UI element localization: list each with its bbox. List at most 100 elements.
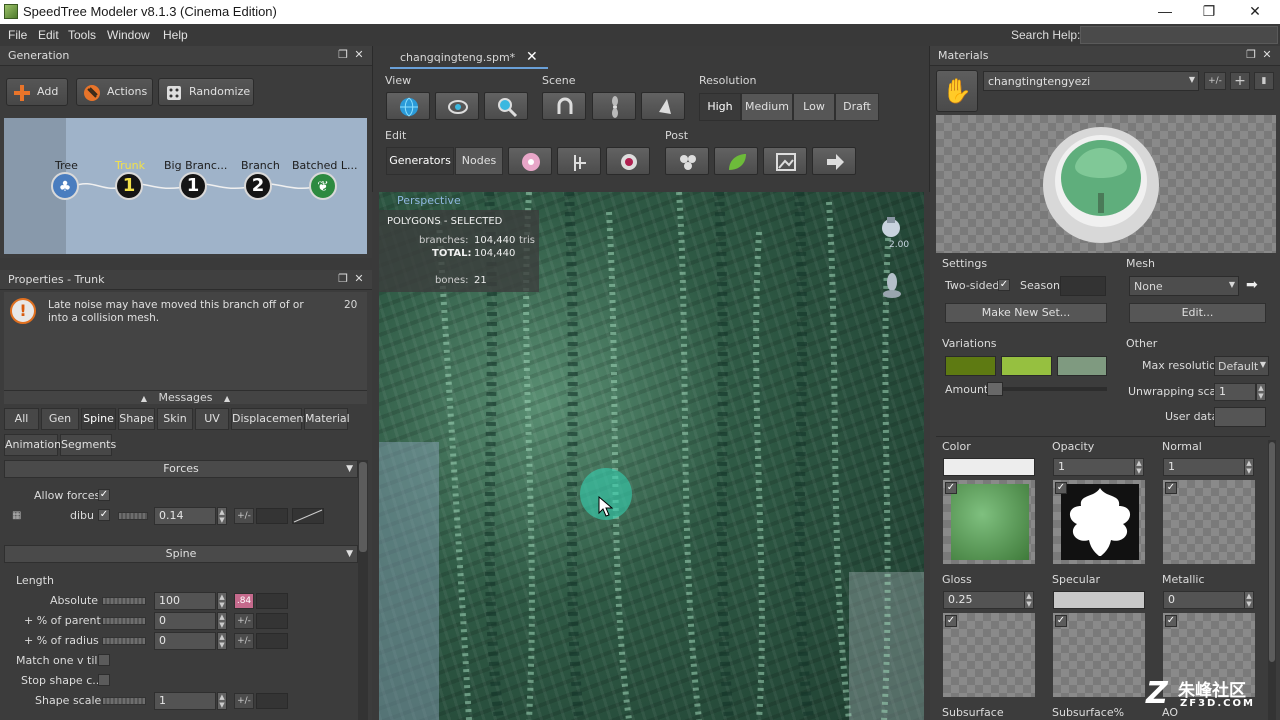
material-variance-button[interactable]: +/- [1204,72,1226,90]
node-batched-leaves[interactable]: ❦ [309,172,337,200]
gloss-map-slot[interactable]: ✓ [943,613,1035,697]
document-tab[interactable]: changqingteng.spm* ✕ [390,48,548,69]
metallic-map-enable-checkbox[interactable]: ✓ [1165,615,1177,627]
opacity-map-enable-checkbox[interactable]: ✓ [1055,482,1067,494]
force-slider[interactable] [118,512,148,520]
go-to-mesh-icon[interactable]: ➡ [1246,277,1258,293]
close-panel-icon[interactable]: ✕ [352,272,366,286]
hand-tool-button[interactable]: ✋ [936,70,978,112]
amount-slider-track[interactable] [987,387,1107,391]
percent-radius-variance-button[interactable]: +/- [234,633,254,649]
mesh-select[interactable]: None ▼ [1129,276,1239,296]
normal-map-slot[interactable]: ✓ [1163,480,1255,564]
percent-parent-variance-button[interactable]: +/- [234,613,254,629]
specular-map-slot[interactable]: ✓ [1053,613,1145,697]
resolution-medium[interactable]: Medium [741,93,793,121]
edit-mode-nodes[interactable]: Nodes [455,147,503,175]
absolute-slider[interactable] [102,597,146,605]
spin-buttons[interactable]: ▲ ▼ [1244,458,1254,476]
material-preview[interactable] [936,115,1276,253]
menu-file[interactable]: File [8,28,27,42]
two-sided-checkbox[interactable]: ✓ [998,279,1010,291]
spin-buttons[interactable]: ▲ ▼ [217,632,227,650]
menu-help[interactable]: Help [163,28,188,42]
post-leaf-button[interactable] [714,147,758,175]
force-variance-button[interactable]: +/- [234,508,254,524]
absolute-variance-button[interactable]: .84 [234,593,254,609]
node-tree[interactable]: ♣ [51,172,79,200]
view-globe-button[interactable] [386,92,430,120]
shape-scale-input[interactable]: 1 [154,692,216,710]
delete-material-button[interactable]: ▮ [1254,72,1274,90]
spin-buttons[interactable]: ▲ ▼ [217,592,227,610]
edit-target-button[interactable] [606,147,650,175]
node-big-branch[interactable]: 1 [179,172,207,200]
variation-swatch-1[interactable] [945,356,996,376]
amount-slider-handle[interactable] [987,382,1003,396]
post-export-button[interactable] [812,147,856,175]
actions-button[interactable]: Actions [76,78,153,106]
edit-paint-button[interactable] [508,147,552,175]
force-curve-b[interactable] [292,508,324,524]
scene-fan-button[interactable] [592,92,636,120]
float-icon[interactable]: ❐ [336,272,350,286]
view-orbit-button[interactable] [435,92,479,120]
add-material-button[interactable]: + [1230,72,1250,90]
shape-scale-variance-button[interactable]: +/- [234,693,254,709]
minimize-button[interactable]: — [1142,1,1188,23]
specular-value-swatch[interactable] [1053,591,1145,609]
resolution-high[interactable]: High [699,93,741,121]
randomize-button[interactable]: Randomize [158,78,254,106]
tab-shape[interactable]: Shape [118,408,155,430]
menu-window[interactable]: Window [107,28,150,42]
close-button[interactable]: ✕ [1232,1,1278,23]
tab-gen[interactable]: Gen [41,408,79,430]
percent-radius-slider[interactable] [102,637,146,645]
close-tab-icon[interactable]: ✕ [526,49,538,65]
tab-animation[interactable]: Animation [4,434,61,456]
post-cluster-button[interactable] [665,147,709,175]
node-branch[interactable]: 2 [244,172,272,200]
maximize-button[interactable]: ❐ [1186,1,1232,23]
menu-tools[interactable]: Tools [68,28,96,42]
shape-scale-slider[interactable] [102,697,146,705]
float-icon[interactable]: ❐ [1244,48,1258,62]
color-map-enable-checkbox[interactable]: ✓ [945,482,957,494]
percent-radius-curve[interactable] [256,633,288,649]
post-export-image-button[interactable] [763,147,807,175]
scene-light-button[interactable] [641,92,685,120]
variation-swatch-2[interactable] [1001,356,1052,376]
tab-all[interactable]: All [4,408,39,430]
opacity-map-slot[interactable]: ✓ [1053,480,1145,564]
normal-map-enable-checkbox[interactable]: ✓ [1165,482,1177,494]
scene-magnet-button[interactable] [542,92,586,120]
scrollbar-thumb[interactable] [1269,442,1275,662]
search-help-input[interactable] [1080,26,1278,44]
resolution-draft[interactable]: Draft [835,93,879,121]
make-new-set-button[interactable]: Make New Set... [945,303,1107,323]
normal-input[interactable]: 1 [1163,458,1245,476]
view-zoom-button[interactable] [484,92,528,120]
edit-add-node-button[interactable] [557,147,601,175]
spin-buttons[interactable]: ▲ ▼ [1134,458,1144,476]
shape-scale-curve[interactable] [256,693,288,709]
material-select[interactable]: changtingtengyezi ▼ [983,71,1199,91]
resolution-low[interactable]: Low [793,93,835,121]
spin-buttons[interactable]: ▲ ▼ [1256,383,1266,401]
mesh-edit-button[interactable]: Edit... [1129,303,1266,323]
force-curve-a[interactable] [256,508,288,524]
scrollbar-thumb[interactable] [359,462,367,552]
close-panel-icon[interactable]: ✕ [352,48,366,62]
user-data-input[interactable] [1214,407,1266,427]
force-value-input[interactable]: 0.14 [154,507,216,525]
edit-mode-generators[interactable]: Generators [386,147,454,175]
add-button[interactable]: Add [6,78,68,106]
max-resolution-select[interactable]: Default ▼ [1214,356,1269,376]
season-input[interactable] [1060,276,1106,296]
percent-radius-input[interactable]: 0 [154,632,216,650]
specular-map-enable-checkbox[interactable]: ✓ [1055,615,1067,627]
stop-shape-checkbox[interactable] [98,674,110,686]
gloss-map-enable-checkbox[interactable]: ✓ [945,615,957,627]
spin-buttons[interactable]: ▲ ▼ [217,507,227,525]
tab-skin[interactable]: Skin [157,408,193,430]
